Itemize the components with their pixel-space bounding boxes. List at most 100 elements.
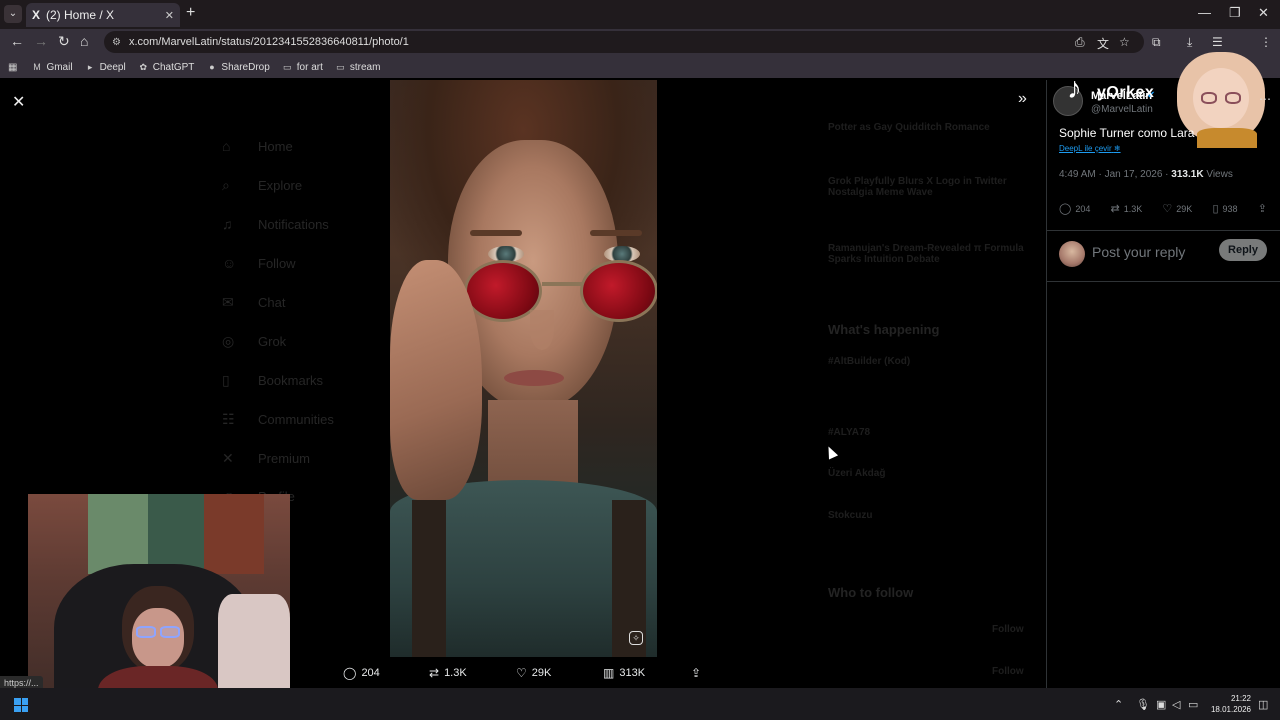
more-options-icon[interactable]: ⋯: [1259, 92, 1271, 106]
chat-icon: ✉: [222, 294, 234, 310]
bg-nav-label: Home: [258, 138, 293, 154]
reload-button[interactable]: ↻: [58, 33, 70, 50]
apps-grid-icon[interactable]: ▦: [8, 62, 17, 73]
photo-strap-left: [412, 500, 446, 657]
author-handle[interactable]: @MarvelLatin: [1091, 104, 1153, 115]
bookmark-deepl[interactable]: ▸ Deepl: [85, 62, 126, 73]
share-icon: ⇪: [691, 666, 702, 680]
reply-stat[interactable]: ◯ 204: [1059, 202, 1090, 215]
bg-nav-bookmarks: ▯ Bookmarks: [222, 372, 323, 389]
address-bar[interactable]: ⚙ x.com/MarvelLatin/status/2012341552836…: [104, 31, 1144, 53]
reply-button[interactable]: Reply: [1219, 239, 1267, 261]
close-media-button[interactable]: ✕: [12, 92, 25, 112]
taskbar-clock[interactable]: 21:22 18.01.2026: [1209, 693, 1251, 715]
restore-button[interactable]: ❐: [1229, 5, 1241, 21]
translate-link[interactable]: DeepL ile çevir ❄: [1059, 144, 1121, 153]
install-app-icon[interactable]: ⎙: [1075, 35, 1085, 50]
chatgpt-icon: ✿: [139, 61, 147, 72]
browser-tab-bar: ⌄ X (2) Home / X ✕ + — ❐ ✕: [0, 0, 1280, 29]
translate-icon[interactable]: 文: [1097, 35, 1109, 52]
webcam-face: [132, 608, 184, 668]
tray-overflow-icon[interactable]: ⌃: [1114, 698, 1123, 711]
tab-search-button[interactable]: ⌄: [4, 5, 22, 23]
notifications-icon[interactable]: ◫: [1258, 698, 1268, 711]
bg-whats-happening: What's happening: [828, 322, 940, 337]
media-like-action[interactable]: ♡ 29K: [516, 666, 551, 680]
vtuber-glass-right: [1225, 92, 1241, 104]
repost-icon: ⇄: [429, 666, 440, 680]
webcam-poster: [148, 494, 204, 574]
microphone-icon[interactable]: 🎙: [1136, 698, 1150, 711]
bookmark-label: Gmail: [46, 61, 73, 73]
tab-title: (2) Home / X: [46, 8, 115, 22]
bg-nav-explore: ⌕ Explore: [222, 177, 302, 194]
reply-icon: ◯: [1059, 203, 1072, 215]
bg-nav-label: Chat: [258, 295, 286, 310]
webcam-glasses-right: [160, 626, 180, 638]
streamer-webcam: [28, 494, 290, 720]
reply-input[interactable]: Post your reply: [1092, 244, 1185, 260]
repost-icon: ⇄: [1110, 203, 1120, 215]
site-info-icon[interactable]: ⚙: [112, 37, 121, 48]
bookmark-label: stream: [349, 61, 381, 73]
home-button[interactable]: ⌂: [80, 33, 88, 49]
bookmark-star-icon[interactable]: ☆: [1119, 35, 1130, 49]
url-text: x.com/MarvelLatin/status/201234155283664…: [128, 36, 409, 48]
media-reply-action[interactable]: ◯ 204: [343, 666, 380, 680]
photo-hand: [390, 260, 482, 500]
bg-follow-button: Follow: [992, 666, 1024, 677]
media-views-action[interactable]: ▥ 313K: [603, 666, 645, 680]
media-views-count: 313K: [619, 667, 646, 679]
tweet-time[interactable]: 4:49 AM · Jan 17, 2026 ·: [1059, 169, 1171, 180]
bookmark-stat[interactable]: ▯ 938: [1212, 202, 1237, 215]
bg-trend: #AltBuilder (Kod): [828, 356, 911, 367]
bookmark-sharedrop[interactable]: ● ShareDrop: [206, 61, 270, 73]
search-icon: ⌕: [222, 177, 230, 193]
new-tab-button[interactable]: +: [186, 4, 195, 22]
clock-time: 21:22: [1230, 694, 1251, 703]
repost-stat[interactable]: ⇄ 1.3K: [1111, 202, 1143, 215]
bg-nav-chat: ✉ Chat: [222, 294, 285, 311]
forward-button[interactable]: →: [34, 33, 48, 49]
tiktok-logo-icon: ♪: [1067, 72, 1082, 105]
bookmark-stream[interactable]: ▭ stream: [335, 61, 381, 73]
gmail-icon: M: [33, 61, 41, 72]
bookmark-label: for art: [296, 61, 323, 73]
user-avatar[interactable]: [1059, 241, 1085, 267]
image-sparkle-icon[interactable]: ✧: [629, 631, 643, 645]
share-stat[interactable]: ⇪: [1258, 202, 1271, 215]
bg-nav-premium: ✕ Premium: [222, 450, 310, 467]
tweet-meta: 4:49 AM · Jan 17, 2026 · 313.1K Views: [1059, 169, 1233, 180]
browser-tab[interactable]: X (2) Home / X ✕: [26, 3, 180, 27]
repost-count: 1.3K: [1123, 203, 1143, 214]
bg-nav-notifications: ♫ Notifications: [222, 216, 329, 232]
windows-start-icon[interactable]: [14, 698, 28, 712]
bookmark-gmail[interactable]: M Gmail: [31, 62, 72, 73]
bookmark-chatgpt[interactable]: ✿ ChatGPT: [138, 61, 194, 73]
minimize-button[interactable]: —: [1198, 5, 1211, 20]
person-icon: ☺: [222, 255, 237, 271]
back-button[interactable]: ←: [10, 33, 24, 49]
tab-close-icon[interactable]: ✕: [165, 9, 174, 22]
extensions-icon[interactable]: ⧉: [1152, 35, 1161, 50]
bookmark-for-art[interactable]: ▭ for art: [282, 62, 323, 73]
bg-news-item: Potter as Gay Quidditch Romance: [828, 122, 990, 133]
media-share-action[interactable]: ⇪: [691, 666, 706, 680]
bg-trend: Üzeri Akdağ: [828, 468, 886, 479]
like-stat[interactable]: ♡ 29K: [1162, 202, 1192, 215]
window-close-button[interactable]: ✕: [1258, 5, 1269, 21]
bg-trend: Stokcuzu: [828, 510, 873, 521]
volume-icon[interactable]: ◁: [1172, 698, 1180, 711]
tweet-photo[interactable]: [390, 80, 657, 657]
heart-icon: ♡: [516, 666, 527, 680]
bookmark-label: ShareDrop: [221, 61, 270, 73]
stream-overlay-name: yOrkex: [1097, 84, 1155, 101]
bg-nav-label: Notifications: [258, 216, 329, 232]
media-like-count: 29K: [531, 667, 552, 679]
share-icon: ⇪: [1257, 203, 1267, 215]
media-repost-action[interactable]: ⇄ 1.3K: [429, 666, 467, 680]
tweet-views-count: 313.1K: [1171, 169, 1204, 180]
battery-icon[interactable]: ▭: [1188, 698, 1198, 711]
network-icon[interactable]: ▣: [1156, 698, 1166, 711]
expand-panel-button[interactable]: »: [1018, 90, 1027, 108]
